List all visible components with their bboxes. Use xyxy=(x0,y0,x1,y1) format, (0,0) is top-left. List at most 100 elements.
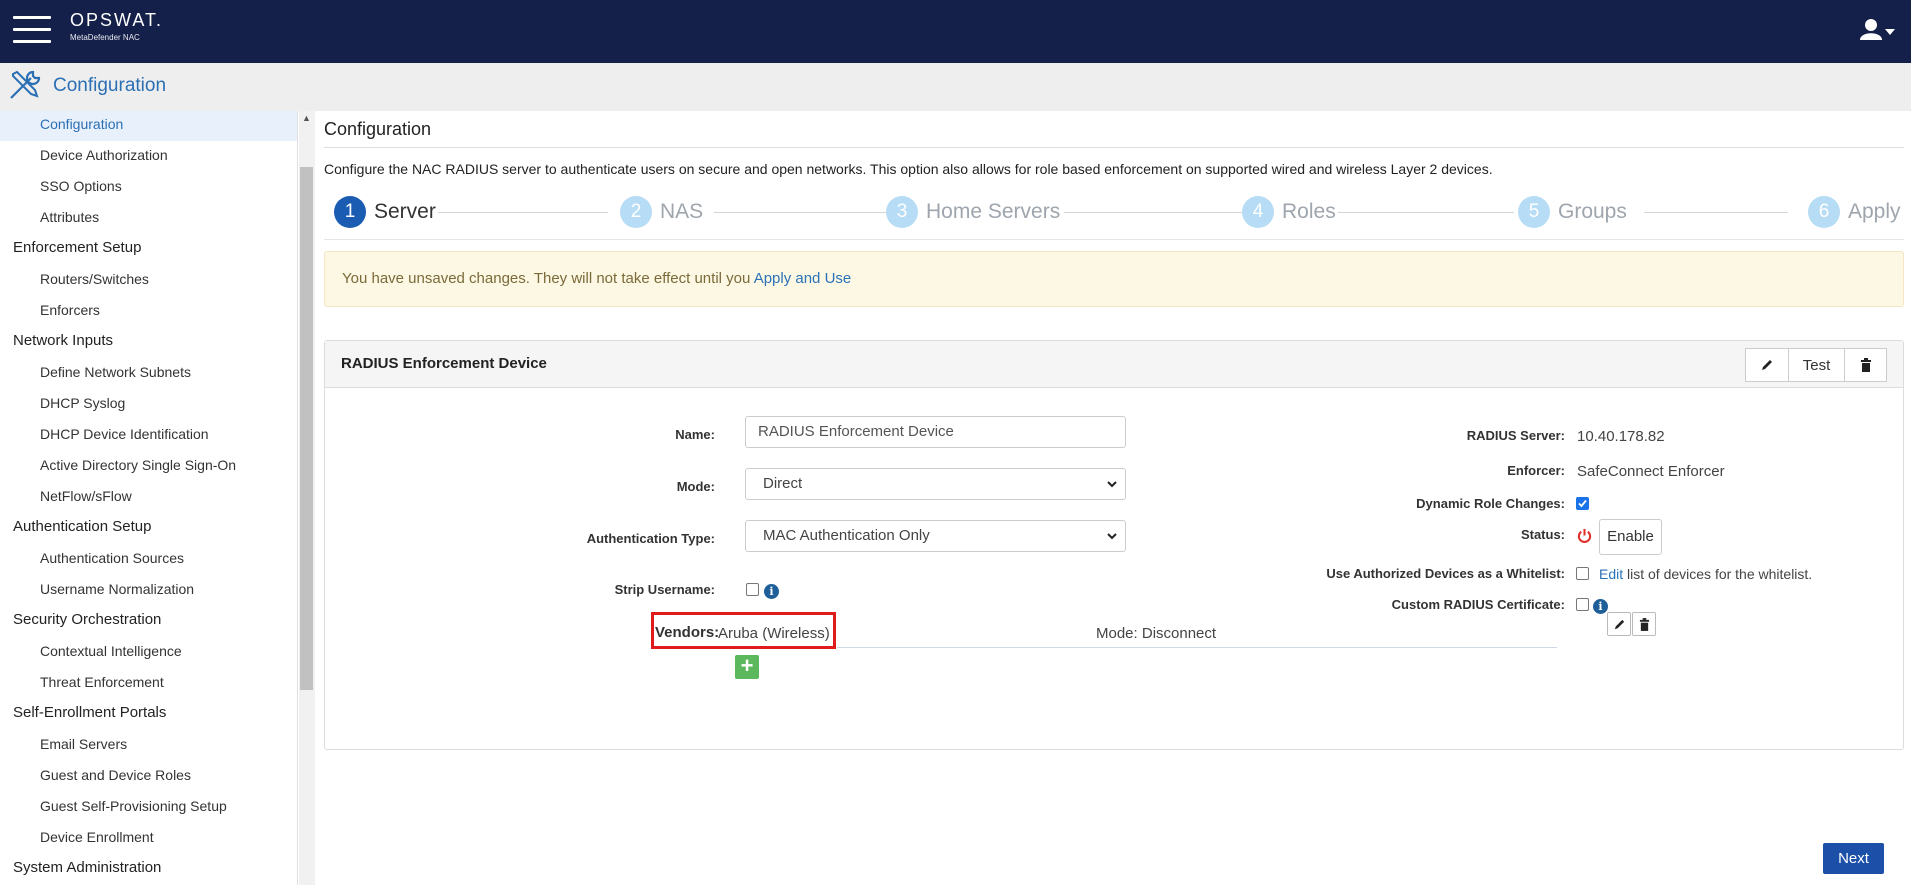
chevron-down-icon xyxy=(1107,481,1117,488)
sidebar-item-threat-enforcement[interactable]: Threat Enforcement xyxy=(0,669,297,699)
enforcer-label: Enforcer: xyxy=(1507,463,1565,478)
sidebar-item-dhcp-device-identification[interactable]: DHCP Device Identification xyxy=(0,421,297,451)
sidebar-item-ad-sso[interactable]: Active Directory Single Sign-On xyxy=(0,452,297,482)
sidebar-section-self-enrollment-portals[interactable]: Self-Enrollment Portals xyxy=(0,700,297,730)
sidebar-nav: Configuration Device Authorization SSO O… xyxy=(0,111,298,885)
delete-vendor-button[interactable] xyxy=(1632,612,1656,636)
radius-server-label: RADIUS Server: xyxy=(1466,428,1565,443)
edit-button[interactable] xyxy=(1745,348,1789,382)
wizard-steps: 1 Server 2 NAS 3 Home Servers 4 Roles 5 … xyxy=(324,195,1904,243)
sidebar-section-enforcement-setup[interactable]: Enforcement Setup xyxy=(0,235,297,265)
panel-header: RADIUS Enforcement Device Test xyxy=(325,341,1903,388)
hamburger-menu-icon[interactable] xyxy=(13,16,51,44)
sidebar-item-sso-options[interactable]: SSO Options xyxy=(0,173,297,203)
sidebar-item-attributes[interactable]: Attributes xyxy=(0,204,297,234)
step-label: NAS xyxy=(660,200,704,223)
brand-name: OPSWAT. xyxy=(70,10,164,30)
radius-server-value: 10.40.178.82 xyxy=(1577,428,1665,445)
sidebar-section-authentication-setup[interactable]: Authentication Setup xyxy=(0,514,297,544)
trash-icon xyxy=(1639,617,1649,631)
delete-button[interactable] xyxy=(1845,348,1887,382)
test-button[interactable]: Test xyxy=(1789,348,1845,382)
main-content: Configuration Configure the NAC RADIUS s… xyxy=(316,111,1911,885)
sidebar-item-device-authorization[interactable]: Device Authorization xyxy=(0,142,297,172)
status-label: Status: xyxy=(1520,527,1565,542)
sidebar-item-enforcers[interactable]: Enforcers xyxy=(0,297,297,327)
dynamic-role-changes-label: Dynamic Role Changes: xyxy=(1416,496,1565,511)
info-icon[interactable]: i xyxy=(764,584,779,599)
step-groups[interactable]: 5 Groups xyxy=(1518,195,1627,229)
sidebar-section-system-administration[interactable]: System Administration xyxy=(0,855,297,885)
sidebar-item-routers-switches[interactable]: Routers/Switches xyxy=(0,266,297,296)
page-header: Configuration xyxy=(0,63,1911,111)
authorized-whitelist-label: Use Authorized Devices as a Whitelist: xyxy=(1326,566,1565,581)
power-icon xyxy=(1577,528,1592,543)
sidebar-item-contextual-intelligence[interactable]: Contextual Intelligence xyxy=(0,638,297,668)
authorized-whitelist-checkbox[interactable] xyxy=(1576,567,1589,580)
pencil-icon xyxy=(1762,360,1772,370)
edit-vendor-button[interactable] xyxy=(1607,612,1631,636)
name-label: Name: xyxy=(675,427,715,442)
step-connector xyxy=(1644,212,1788,213)
sidebar-item-email-servers[interactable]: Email Servers xyxy=(0,731,297,761)
step-label: Home Servers xyxy=(926,200,1061,223)
tools-icon xyxy=(10,70,41,99)
pencil-icon xyxy=(1614,619,1624,629)
strip-username-label: Strip Username: xyxy=(614,582,715,597)
divider xyxy=(324,239,1904,240)
sidebar-item-username-normalization[interactable]: Username Normalization xyxy=(0,576,297,606)
sidebar-item-guest-device-roles[interactable]: Guest and Device Roles xyxy=(0,762,297,792)
step-label: Groups xyxy=(1558,200,1627,223)
custom-radius-certificate-label: Custom RADIUS Certificate: xyxy=(1391,597,1565,612)
sidebar-section-network-inputs[interactable]: Network Inputs xyxy=(0,328,297,358)
strip-username-checkbox[interactable] xyxy=(746,583,759,596)
scrollbar-thumb[interactable] xyxy=(300,167,313,690)
step-roles[interactable]: 4 Roles xyxy=(1242,195,1336,229)
mode-selected-value: Direct xyxy=(763,475,803,492)
name-input[interactable]: RADIUS Enforcement Device xyxy=(745,416,1126,448)
step-label: Apply xyxy=(1848,200,1901,223)
apply-and-use-link[interactable]: Apply and Use xyxy=(754,270,852,287)
step-label: Roles xyxy=(1282,200,1336,223)
sidebar-item-dhcp-syslog[interactable]: DHCP Syslog xyxy=(0,390,297,420)
next-button[interactable]: Next xyxy=(1823,843,1884,874)
edit-whitelist-link[interactable]: Edit xyxy=(1599,566,1623,582)
sidebar-item-guest-self-provisioning[interactable]: Guest Self-Provisioning Setup xyxy=(0,793,297,823)
mode-select[interactable]: Direct xyxy=(745,468,1126,500)
step-connector xyxy=(1338,212,1514,213)
enforcer-value: SafeConnect Enforcer xyxy=(1577,463,1725,480)
enable-button[interactable]: Enable xyxy=(1599,519,1662,555)
custom-radius-certificate-checkbox[interactable] xyxy=(1576,598,1589,611)
step-home-servers[interactable]: 3 Home Servers xyxy=(886,195,1060,229)
step-number: 5 xyxy=(1518,196,1550,228)
step-number: 2 xyxy=(620,196,652,228)
sidebar-item-netflow-sflow[interactable]: NetFlow/sFlow xyxy=(0,483,297,513)
step-apply[interactable]: 6 Apply xyxy=(1808,195,1901,229)
authentication-type-select[interactable]: MAC Authentication Only xyxy=(745,520,1126,552)
add-vendor-button[interactable]: + xyxy=(735,655,759,679)
check-icon xyxy=(1578,499,1587,508)
step-number: 3 xyxy=(886,196,918,228)
mode-label: Mode: xyxy=(676,479,715,494)
sidebar-item-device-enrollment[interactable]: Device Enrollment xyxy=(0,824,297,854)
divider xyxy=(324,147,1904,148)
top-navbar: OPSWAT. MetaDefender NAC xyxy=(0,0,1911,63)
sidebar-scrollbar[interactable]: ▲ xyxy=(299,111,315,885)
step-server[interactable]: 1 Server xyxy=(334,195,436,229)
dynamic-role-changes-checkbox[interactable] xyxy=(1576,497,1589,510)
page-title: Configuration xyxy=(324,119,432,139)
sidebar-item-define-network-subnets[interactable]: Define Network Subnets xyxy=(0,359,297,389)
app-logo[interactable]: OPSWAT. MetaDefender NAC xyxy=(70,10,163,42)
user-menu[interactable] xyxy=(1859,18,1897,44)
sidebar-item-configuration[interactable]: Configuration xyxy=(0,111,297,141)
info-icon[interactable]: i xyxy=(1593,599,1608,614)
step-connector xyxy=(438,212,608,213)
authentication-type-label: Authentication Type: xyxy=(586,531,715,546)
sidebar-item-authentication-sources[interactable]: Authentication Sources xyxy=(0,545,297,575)
scroll-up-icon[interactable]: ▲ xyxy=(302,113,311,123)
panel-title: RADIUS Enforcement Device xyxy=(341,355,547,372)
page-description: Configure the NAC RADIUS server to authe… xyxy=(324,161,1493,177)
user-icon xyxy=(1860,19,1895,40)
step-nas[interactable]: 2 NAS xyxy=(620,195,703,229)
sidebar-section-security-orchestration[interactable]: Security Orchestration xyxy=(0,607,297,637)
